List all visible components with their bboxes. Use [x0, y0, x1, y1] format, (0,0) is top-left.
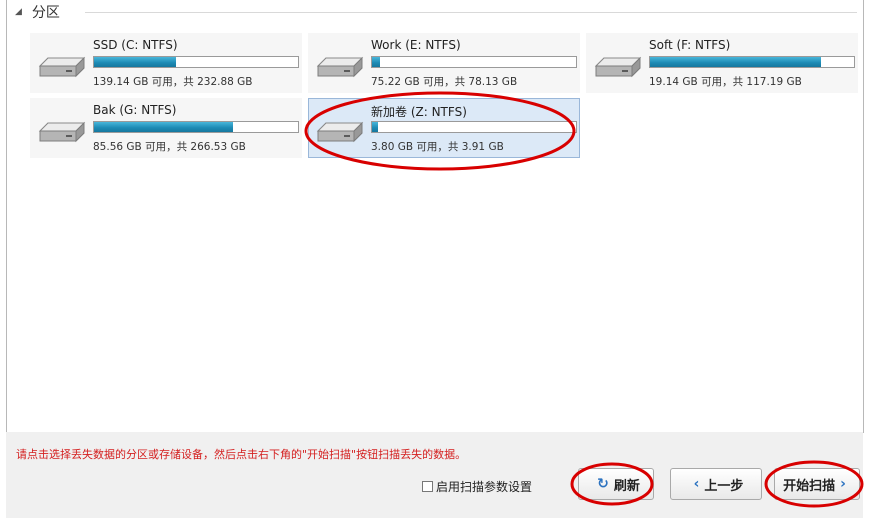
- partition-usage-fill: [372, 57, 381, 67]
- partition-usage-bar: [93, 121, 299, 133]
- hard-drive-icon: [38, 121, 86, 143]
- partition-capacity: 19.14 GB 可用，共 117.19 GB: [649, 76, 802, 88]
- partition-group-title: 分区: [31, 5, 60, 21]
- chevron-right-icon: ›: [840, 476, 846, 492]
- back-button-label: 上一步: [704, 478, 744, 494]
- partition-label: SSD (C: NTFS): [93, 38, 178, 52]
- refresh-button[interactable]: ↻ 刷新: [578, 468, 654, 500]
- partition-usage-fill: [372, 122, 379, 132]
- partition-capacity: 3.80 GB 可用，共 3.91 GB: [371, 141, 504, 153]
- scan-params-checkbox[interactable]: 启用扫描参数设置: [422, 478, 532, 495]
- chevron-left-icon: ‹: [693, 476, 700, 492]
- hard-drive-icon: [38, 56, 86, 78]
- partition-usage-bar: [649, 56, 855, 68]
- partition-label: Soft (F: NTFS): [649, 38, 731, 52]
- start-scan-button[interactable]: 开始扫描 ›: [774, 468, 860, 500]
- partition-usage-bar: [371, 121, 577, 133]
- partition-tile-z[interactable]: 新加卷 (Z: NTFS) 3.80 GB 可用，共 3.91 GB: [308, 98, 580, 158]
- partition-usage-fill: [94, 122, 233, 132]
- partition-capacity: 75.22 GB 可用，共 78.13 GB: [371, 76, 518, 88]
- back-button[interactable]: ‹ 上一步: [670, 468, 762, 500]
- hard-drive-icon: [316, 121, 364, 143]
- partition-label: Work (E: NTFS): [371, 38, 461, 52]
- refresh-icon: ↻: [597, 476, 609, 492]
- partition-panel: ◢ 分区 SSD (C: NTFS) 139.14 GB 可用，共 232.88…: [6, 0, 864, 433]
- group-divider: [85, 12, 857, 13]
- partition-tile-e[interactable]: Work (E: NTFS) 75.22 GB 可用，共 78.13 GB: [308, 33, 580, 93]
- start-scan-button-label: 开始扫描: [783, 478, 836, 494]
- partition-tile-f[interactable]: Soft (F: NTFS) 19.14 GB 可用，共 117.19 GB: [586, 33, 858, 93]
- footer-bar: 请点击选择丢失数据的分区或存储设备，然后点击右下角的"开始扫描"按钮扫描丢失的数…: [6, 432, 863, 518]
- collapse-triangle-icon[interactable]: ◢: [15, 7, 22, 17]
- checkbox-box[interactable]: [422, 481, 433, 492]
- partition-tile-g[interactable]: Bak (G: NTFS) 85.56 GB 可用，共 266.53 GB: [30, 98, 302, 158]
- partition-label: 新加卷 (Z: NTFS): [371, 105, 467, 119]
- partition-group-header[interactable]: ◢ 分区: [15, 2, 60, 22]
- partition-usage-fill: [94, 57, 176, 67]
- partition-tile-c[interactable]: SSD (C: NTFS) 139.14 GB 可用，共 232.88 GB: [30, 33, 302, 93]
- partition-capacity: 139.14 GB 可用，共 232.88 GB: [93, 76, 253, 88]
- instruction-hint: 请点击选择丢失数据的分区或存储设备，然后点击右下角的"开始扫描"按钮扫描丢失的数…: [16, 448, 467, 461]
- partition-usage-bar: [93, 56, 299, 68]
- hard-drive-icon: [316, 56, 364, 78]
- scan-params-label: 启用扫描参数设置: [436, 480, 533, 494]
- partition-label: Bak (G: NTFS): [93, 103, 177, 117]
- partition-usage-fill: [650, 57, 822, 67]
- refresh-button-label: 刷新: [613, 478, 640, 494]
- data-recovery-window: ◢ 分区 SSD (C: NTFS) 139.14 GB 可用，共 232.88…: [0, 0, 869, 521]
- partition-usage-bar: [371, 56, 577, 68]
- hard-drive-icon: [594, 56, 642, 78]
- partition-capacity: 85.56 GB 可用，共 266.53 GB: [93, 141, 246, 153]
